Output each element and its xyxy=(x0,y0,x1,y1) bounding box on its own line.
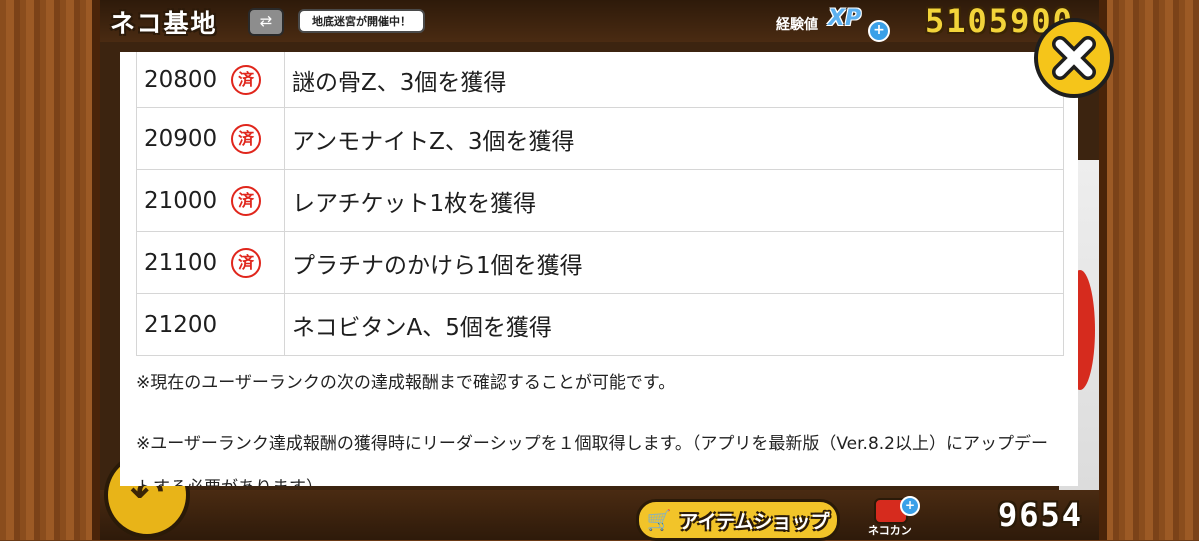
reward-table: 20800 済謎の骨Z、3個を獲得 20900 済アンモナイトZ、3個を獲得 21000… xyxy=(136,52,1064,356)
xp-icon: XP xyxy=(828,6,862,31)
reward-cell: プラチナのかけら1個を獲得 xyxy=(284,231,1064,294)
reward-cell: アンモナイトZ、3個を獲得 xyxy=(284,107,1064,170)
completed-stamp-icon: 済 xyxy=(231,123,262,154)
xp-label: 経験値 xyxy=(776,17,818,33)
rank-cell: 20900 済 xyxy=(136,107,285,170)
close-button[interactable] xyxy=(1034,18,1114,98)
completed-stamp-icon: 済 xyxy=(231,247,262,278)
table-row: 20900 済アンモナイトZ、3個を獲得 xyxy=(136,107,1064,170)
table-row: 20800 済謎の骨Z、3個を獲得 xyxy=(136,52,1064,108)
rank-cell: 21000 済 xyxy=(136,169,285,232)
rank-cell: 21100 済 xyxy=(136,231,285,294)
completed-stamp-icon: 済 xyxy=(231,185,262,216)
swap-icon[interactable]: ⇄ xyxy=(248,8,284,36)
rank-cell: 20800 済 xyxy=(136,52,285,108)
item-shop-button[interactable]: 🛒 アイテムショップ xyxy=(636,499,840,541)
bottom-bar xyxy=(100,490,1099,540)
close-x-icon xyxy=(1052,36,1096,80)
reward-cell: レアチケット1枚を獲得 xyxy=(284,169,1064,232)
page-title: ネコ基地 xyxy=(110,9,218,38)
rank-cell: 21200 xyxy=(136,293,285,356)
table-row: 21000 済レアチケット1枚を獲得 xyxy=(136,169,1064,232)
reward-cell: ネコビタンA、5個を獲得 xyxy=(284,293,1064,356)
cat-can-add-button[interactable]: + xyxy=(900,496,920,516)
rank-value: 21000 xyxy=(144,187,218,214)
note-text-1: ※現在のユーザーランクの次の達成報酬まで確認することが可能です。 xyxy=(136,373,676,393)
wood-frame-left xyxy=(0,0,100,540)
table-row: 21200 ネコビタンA、5個を獲得 xyxy=(136,293,1064,356)
shopping-cart-icon: 🛒 xyxy=(646,508,672,532)
cat-can-label: ネコカン xyxy=(868,524,912,537)
rank-value: 20900 xyxy=(144,125,218,152)
cat-can-value: 9654 xyxy=(998,496,1084,534)
completed-stamp-icon: 済 xyxy=(231,64,262,95)
reward-cell: 謎の骨Z、3個を獲得 xyxy=(284,52,1064,108)
rank-value: 21200 xyxy=(144,311,218,338)
table-row: 21100 済プラチナのかけら1個を獲得 xyxy=(136,231,1064,294)
note-text-2: ※ユーザーランク達成報酬の獲得時にリーダーシップを１個取得します。（アプリを最新… xyxy=(136,434,1048,486)
rank-reward-dialog: 20800 済謎の骨Z、3個を獲得 20900 済アンモナイトZ、3個を獲得 21000… xyxy=(120,52,1078,486)
wood-frame-right xyxy=(1099,0,1199,540)
rank-value: 21100 xyxy=(144,249,218,276)
rank-value: 20800 xyxy=(144,66,218,93)
xp-add-button[interactable]: + xyxy=(868,20,890,42)
event-badge[interactable]: 地底迷宮が開催中！ xyxy=(298,9,425,33)
item-shop-label: アイテムショップ xyxy=(679,510,830,533)
